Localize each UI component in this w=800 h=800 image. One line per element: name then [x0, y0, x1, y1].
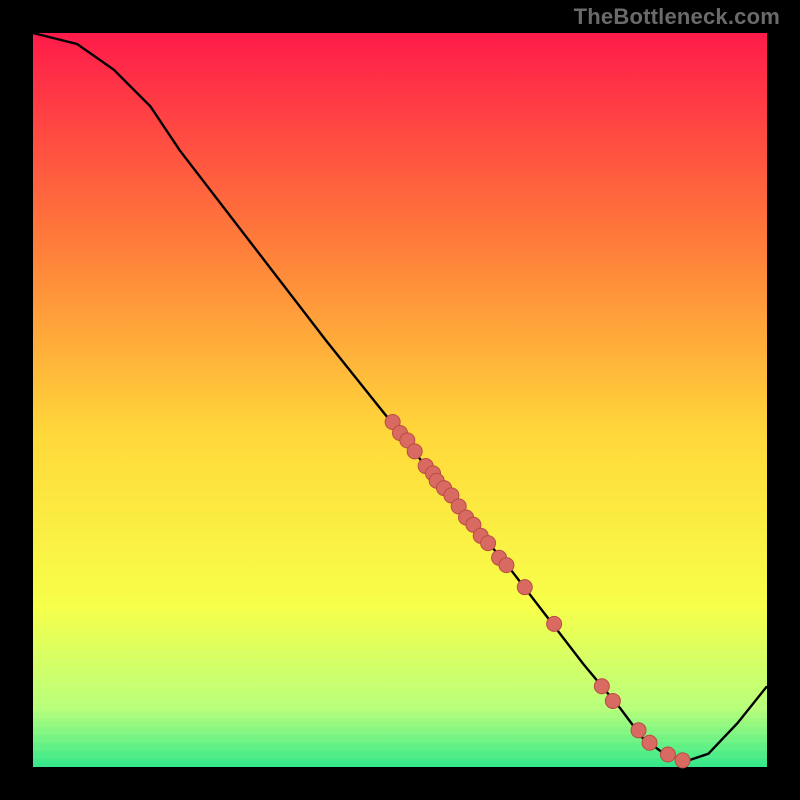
data-point [675, 753, 690, 768]
gradient-panel [33, 33, 767, 767]
data-point [594, 679, 609, 694]
data-point [631, 723, 646, 738]
data-point [499, 558, 514, 573]
chart-svg [0, 0, 800, 800]
data-point [642, 735, 657, 750]
data-point [407, 444, 422, 459]
data-point [547, 616, 562, 631]
data-point [660, 747, 675, 762]
chart-stage: TheBottleneck.com [0, 0, 800, 800]
watermark-text: TheBottleneck.com [574, 4, 780, 30]
data-point [481, 536, 496, 551]
data-point [517, 580, 532, 595]
data-point [605, 693, 620, 708]
